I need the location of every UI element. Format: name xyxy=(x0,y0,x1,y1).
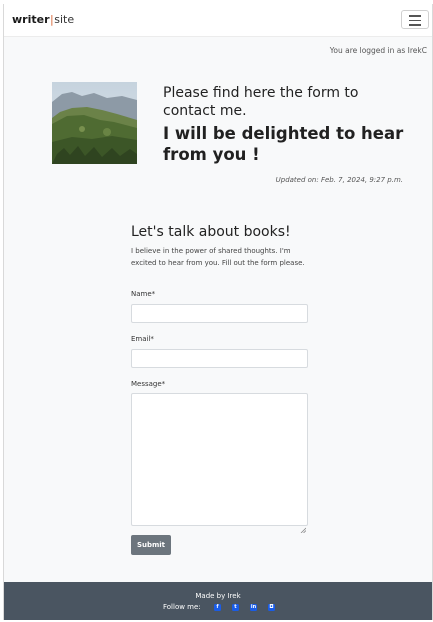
name-field[interactable] xyxy=(131,304,308,323)
linkedin-icon[interactable]: in xyxy=(250,604,257,611)
submit-button[interactable]: Submit xyxy=(131,535,171,555)
hero-landscape-image xyxy=(52,82,137,164)
message-field[interactable] xyxy=(131,393,308,534)
contact-intro: Let's talk about books! I believe in the… xyxy=(131,223,308,269)
message-label: Message* xyxy=(131,380,166,388)
contact-heading: Let's talk about books! xyxy=(131,224,291,240)
footer-follow-label: Follow me: xyxy=(163,603,201,611)
footer: Made by Irek Follow me: f t in ◘ xyxy=(4,582,432,620)
name-label: Name* xyxy=(131,290,156,298)
hero-text: Please find here the form to contact me.… xyxy=(163,84,413,165)
twitter-icon[interactable]: t xyxy=(232,604,239,611)
email-label: Email* xyxy=(131,335,154,343)
facebook-icon[interactable]: f xyxy=(214,604,221,611)
resize-grip-icon[interactable] xyxy=(300,518,307,534)
email-field[interactable] xyxy=(131,349,308,368)
navbar: writer|site xyxy=(4,4,432,37)
brand-logo[interactable]: writer|site xyxy=(12,13,74,27)
logged-in-status: You are logged in as IrekC xyxy=(329,46,427,55)
footer-made-by: Made by Irek xyxy=(195,592,241,600)
contact-intro-text: I believe in the power of shared thought… xyxy=(131,247,305,267)
brand-logo-part2: site xyxy=(54,13,75,26)
hero-title: I will be delighted to hear from you ! xyxy=(163,124,404,164)
updated-timestamp: Updated on: Feb. 7, 2024, 9:27 p.m. xyxy=(275,176,403,184)
page-frame: writer|site You are logged in as IrekC P… xyxy=(3,4,433,620)
instagram-icon[interactable]: ◘ xyxy=(268,604,275,611)
navbar-toggle-button[interactable] xyxy=(401,10,429,29)
hero-subtitle: Please find here the form to contact me. xyxy=(163,85,359,119)
brand-logo-part1: writer xyxy=(12,13,50,26)
